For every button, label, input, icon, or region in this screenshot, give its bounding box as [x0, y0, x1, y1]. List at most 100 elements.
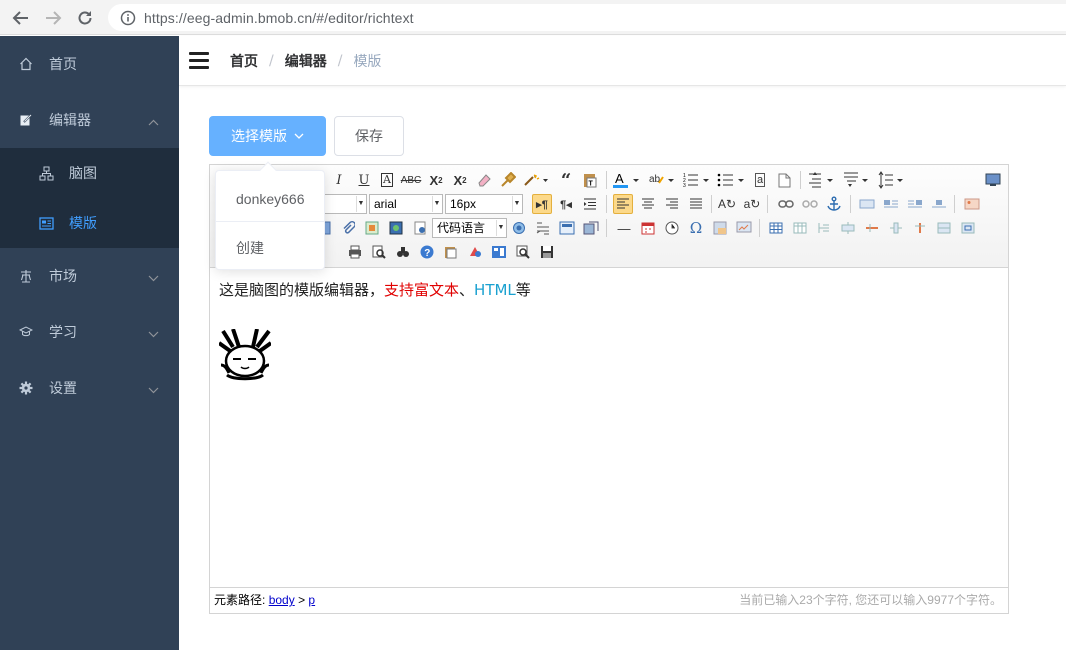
help-icon[interactable]: ? — [417, 242, 437, 262]
merge-cells-icon[interactable] — [934, 218, 954, 238]
draft-icon[interactable] — [441, 242, 461, 262]
ordered-list-icon[interactable]: 123 — [682, 170, 712, 190]
insert-date-icon[interactable] — [638, 218, 658, 238]
preview-icon[interactable] — [369, 242, 389, 262]
insert-video-icon[interactable] — [362, 218, 382, 238]
blockquote-icon[interactable]: “ — [556, 170, 576, 191]
insert-row-icon[interactable] — [838, 218, 858, 238]
row-spacing-top-icon[interactable] — [807, 170, 837, 190]
rtl-direction-icon[interactable]: ¶◂ — [556, 194, 576, 214]
insert-table-icon[interactable] — [766, 218, 786, 238]
hamburger-menu-icon[interactable] — [189, 52, 209, 69]
forward-button[interactable] — [42, 7, 64, 29]
background-icon[interactable] — [581, 218, 601, 238]
clear-doc-icon[interactable] — [774, 170, 794, 190]
delete-row-icon[interactable] — [862, 218, 882, 238]
save-button[interactable]: 保存 — [334, 116, 404, 156]
sidebar-item-home[interactable]: 首页 — [0, 36, 179, 92]
dropdown-divider — [216, 221, 324, 222]
map-icon[interactable] — [509, 218, 529, 238]
ltr-direction-icon[interactable]: ▸¶ — [532, 194, 552, 214]
editor-content[interactable]: 这是脑图的模版编辑器，支持富文本、HTML等 — [210, 269, 1008, 587]
image-gallery-icon[interactable] — [489, 242, 509, 262]
link-icon[interactable] — [776, 194, 796, 214]
select-template-button[interactable]: 选择模版 — [209, 116, 326, 156]
image-center-icon[interactable] — [929, 194, 949, 214]
sidebar-item-market[interactable]: 市场 — [0, 248, 179, 304]
search-replace-icon[interactable] — [393, 242, 413, 262]
fullscreen-icon[interactable] — [983, 170, 1003, 190]
select-all-icon[interactable]: a — [750, 170, 770, 190]
sidebar-item-settings[interactable]: 设置 — [0, 360, 179, 416]
font-color-icon[interactable]: A — [612, 170, 642, 190]
element-path-p-link[interactable]: p — [308, 593, 315, 607]
special-char-icon[interactable]: Ω — [686, 218, 706, 238]
eraser-icon[interactable] — [474, 170, 494, 190]
breadcrumb-home[interactable]: 首页 — [230, 51, 258, 71]
indent-icon[interactable] — [580, 194, 600, 214]
delete-column-icon[interactable] — [910, 218, 930, 238]
page-break-icon[interactable] — [533, 218, 553, 238]
underline-icon[interactable]: U — [354, 170, 374, 190]
template-icon[interactable] — [557, 218, 577, 238]
chevron-down-icon — [148, 326, 159, 342]
image-none-icon[interactable] — [857, 194, 877, 214]
chart-icon[interactable] — [465, 242, 485, 262]
dropdown-item-create[interactable]: 创建 — [216, 238, 324, 258]
unordered-list-icon[interactable] — [717, 170, 747, 190]
italic-icon[interactable]: I — [329, 170, 349, 190]
insert-paragraph-before-table-icon[interactable] — [814, 218, 834, 238]
search-icon[interactable] — [513, 242, 533, 262]
unlink-icon[interactable] — [800, 194, 820, 214]
image-right-icon[interactable] — [905, 194, 925, 214]
element-path-body-link[interactable]: body — [269, 593, 295, 607]
format-painter-icon[interactable] — [498, 170, 518, 190]
dropdown-item-donkey666[interactable]: donkey666 — [216, 191, 324, 207]
sidebar-item-template[interactable]: 模版 — [0, 198, 179, 248]
line-height-icon[interactable] — [877, 170, 907, 190]
image-left-icon[interactable] — [881, 194, 901, 214]
align-justify-icon[interactable] — [686, 194, 706, 214]
subscript-icon[interactable]: X2 — [450, 170, 470, 190]
scrawl-icon[interactable] — [734, 218, 754, 238]
sidebar-item-mindmap[interactable]: 脑图 — [0, 148, 179, 198]
info-icon[interactable] — [120, 10, 136, 26]
delete-table-icon[interactable] — [790, 218, 810, 238]
auto-format-icon[interactable] — [522, 170, 550, 190]
attachment-icon[interactable] — [338, 218, 358, 238]
insert-column-icon[interactable] — [886, 218, 906, 238]
back-button[interactable] — [10, 7, 32, 29]
insert-frame-icon[interactable] — [410, 218, 430, 238]
align-left-icon[interactable] — [613, 194, 633, 214]
font-border-icon[interactable]: A — [377, 170, 397, 190]
address-bar[interactable]: https://eeg-admin.bmob.cn/#/editor/richt… — [108, 4, 1066, 31]
print-icon[interactable] — [345, 242, 365, 262]
align-right-icon[interactable] — [662, 194, 682, 214]
url-text[interactable]: https://eeg-admin.bmob.cn/#/editor/richt… — [144, 10, 414, 26]
save-icon[interactable] — [537, 242, 557, 262]
align-center-icon[interactable] — [638, 194, 658, 214]
superscript-icon[interactable]: X2 — [426, 170, 446, 190]
breadcrumb-editor[interactable]: 编辑器 — [285, 51, 327, 71]
paste-plain-icon[interactable]: T — [580, 170, 600, 190]
paragraph-select[interactable]: ▼ — [320, 194, 367, 214]
highlight-color-icon[interactable]: ab — [647, 170, 677, 190]
horizontal-rule-icon[interactable]: — — [614, 218, 634, 238]
insert-image-icon[interactable] — [962, 194, 982, 214]
element-path-label: 元素路径: — [214, 593, 266, 607]
split-cells-icon[interactable] — [958, 218, 978, 238]
font-size-select[interactable]: 16px ▼ — [445, 194, 523, 214]
uppercase-icon[interactable]: A↻ — [717, 194, 737, 214]
insert-music-icon[interactable] — [386, 218, 406, 238]
word-image-icon[interactable] — [710, 218, 730, 238]
reload-button[interactable] — [74, 7, 96, 29]
sidebar-item-editor[interactable]: 编辑器 — [0, 92, 179, 148]
sidebar-item-study[interactable]: 学习 — [0, 304, 179, 360]
lowercase-icon[interactable]: a↻ — [742, 194, 762, 214]
anchor-icon[interactable] — [824, 194, 844, 214]
row-spacing-bottom-icon[interactable] — [842, 170, 872, 190]
strikethrough-icon[interactable]: ABC — [401, 170, 422, 190]
font-family-select[interactable]: arial ▼ — [369, 194, 443, 214]
code-language-select[interactable]: 代码语言 ▼ — [432, 218, 507, 238]
insert-time-icon[interactable] — [662, 218, 682, 238]
